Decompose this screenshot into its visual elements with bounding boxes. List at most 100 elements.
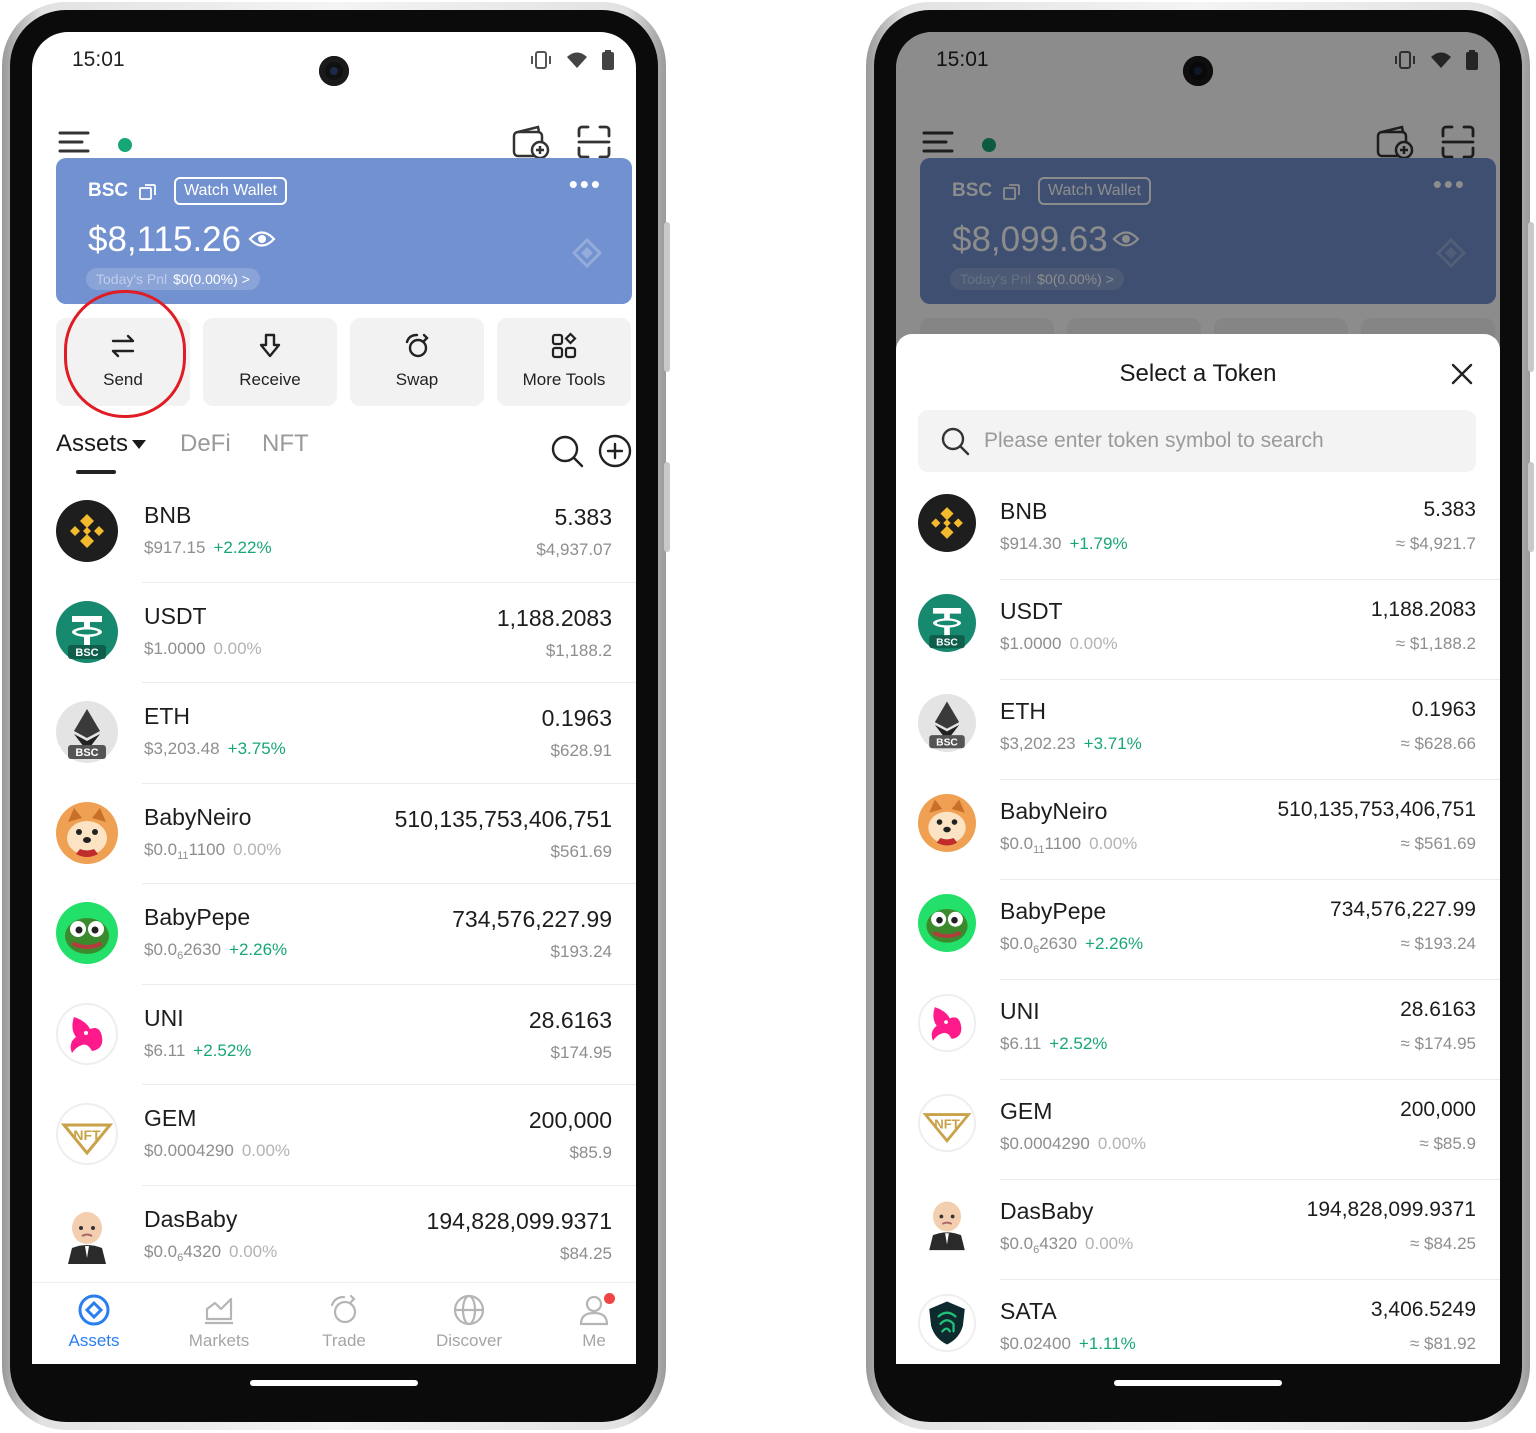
bnb-logo-icon — [56, 500, 118, 562]
price-suffix: 1100 — [188, 839, 226, 859]
token-symbol: UNI — [144, 1004, 184, 1031]
token-row[interactable]: UNI $6.11 +2.52% 28.6163 $174.95 — [32, 985, 636, 1086]
close-icon[interactable] — [1450, 362, 1474, 386]
token-row[interactable]: BSC USDT $1.0000 0.00% 1,188.2083 ≈ $1,188.2 — [896, 580, 1500, 680]
todays-pnl[interactable]: Today's Pnl $0(0.00%) > — [86, 268, 260, 290]
screen-left: 15:01 BSC Watch Wallet ••• $8,115.26 Tod… — [32, 32, 636, 1364]
token-symbol: BabyNeiro — [1000, 798, 1108, 824]
token-row[interactable]: BabyNeiro $0.0111100 0.00% 510,135,753,406,… — [32, 784, 636, 885]
token-row[interactable]: BabyNeiro $0.0111100 0.00% 510,135,753,406,… — [896, 780, 1500, 880]
token-price: $914.30 — [1000, 534, 1062, 553]
token-price: $917.15 — [144, 538, 206, 557]
token-change: +2.52% — [193, 1040, 252, 1060]
token-row[interactable]: UNI $6.11 +2.52% 28.6163 ≈ $174.95 — [896, 980, 1500, 1080]
price-suffix: 4320 — [183, 1241, 222, 1261]
bnb-watermark-icon — [572, 238, 602, 268]
add-token-icon[interactable] — [598, 434, 632, 468]
token-symbol: GEM — [1000, 1098, 1053, 1124]
home-indicator[interactable] — [1114, 1380, 1282, 1386]
nav-assets[interactable]: Assets — [44, 1293, 144, 1351]
vibrate-icon — [531, 51, 551, 69]
token-row[interactable]: BabyPepe $0.062630 +2.26% 734,576,227.99 $19… — [32, 884, 636, 985]
receive-button[interactable]: Receive — [203, 318, 337, 406]
token-amount: 0.1963 — [1411, 698, 1476, 721]
caret-down-icon — [132, 440, 147, 450]
tab-assets[interactable]: Assets — [56, 430, 147, 458]
nav-me-label: Me — [582, 1331, 606, 1350]
receive-icon — [259, 333, 281, 358]
token-symbol: BabyPepe — [144, 904, 251, 930]
token-value: ≈ $81.92 — [1409, 1334, 1476, 1353]
wallet-add-icon[interactable] — [512, 124, 550, 160]
token-change: 0.00% — [241, 1141, 291, 1160]
token-amount: 734,576,227.99 — [1330, 898, 1476, 921]
token-amount: 194,828,099.9371 — [426, 1207, 612, 1234]
usdt-logo-icon: BSC — [56, 600, 118, 663]
nav-markets[interactable]: Markets — [169, 1293, 269, 1351]
token-price-line: $3,202.23 +3.71% — [1000, 734, 1142, 754]
token-search-input[interactable] — [984, 410, 1444, 472]
token-value: ≈ $84.25 — [1409, 1234, 1476, 1253]
token-row[interactable]: DasBaby $0.064320 0.00% 194,828,099.9371 $84… — [32, 1186, 636, 1287]
token-row[interactable]: BabyPepe $0.062630 +2.26% 734,576,227.99 ≈ $… — [896, 880, 1500, 980]
token-row[interactable]: NFT GEM $0.0004290 0.00% 200,000 $85.9 — [32, 1085, 636, 1186]
copy-icon[interactable] — [138, 182, 158, 202]
token-change: +3.71% — [1083, 734, 1142, 753]
token-price: $1.0000 — [1000, 634, 1062, 653]
token-row[interactable]: BSC ETH $3,202.23 +3.71% 0.1963 ≈ $628.66 — [896, 680, 1500, 780]
status-time: 15:01 — [72, 48, 125, 71]
token-price: $0.0111100 — [1000, 834, 1082, 856]
home-indicator[interactable] — [250, 1380, 418, 1386]
token-amount: 1,188.2083 — [496, 604, 612, 631]
token-price: $0.062630 — [144, 940, 221, 962]
token-amount: 734,576,227.99 — [452, 906, 612, 932]
nav-discover[interactable]: Discover — [419, 1293, 519, 1351]
scan-icon[interactable] — [576, 124, 612, 160]
token-row[interactable]: BSC USDT $1.0000 0.00% 1,188.2083 $1,188.2 — [32, 583, 636, 684]
token-price-line: $1.0000 0.00% — [144, 639, 262, 659]
token-value: $4,937.07 — [536, 540, 612, 559]
price-suffix: 1100 — [1044, 834, 1082, 853]
price-suffix: 2630 — [1039, 934, 1078, 953]
more-tools-button[interactable]: More Tools — [497, 318, 631, 406]
token-value: ≈ $561.69 — [1400, 834, 1476, 853]
menu-icon[interactable] — [58, 130, 90, 154]
tab-defi[interactable]: DeFi — [180, 430, 231, 458]
token-row[interactable]: NFT GEM $0.0004290 0.00% 200,000 ≈ $85.9 — [896, 1080, 1500, 1180]
token-symbol: BNB — [1000, 498, 1048, 524]
token-row[interactable]: BNB $917.15 +2.22% 5.383 $4,937.07 — [32, 482, 636, 583]
token-price-line: $6.11 +2.52% — [144, 1041, 251, 1061]
nav-me[interactable]: Me — [544, 1293, 636, 1351]
watch-wallet-badge: Watch Wallet — [174, 177, 288, 205]
bezel: 15:01 BSC Watch — [874, 10, 1522, 1422]
token-symbol: USDT — [144, 602, 207, 629]
babyneiro-logo-icon — [56, 801, 118, 864]
eye-icon[interactable] — [248, 228, 276, 250]
nav-trade[interactable]: Trade — [294, 1293, 394, 1351]
search-icon[interactable] — [550, 434, 584, 468]
tab-nft[interactable]: NFT — [262, 430, 309, 458]
eth-logo-icon: BSC — [918, 694, 976, 752]
token-symbol: BNB — [144, 502, 192, 528]
top-bar — [32, 100, 636, 164]
token-amount: 1,188.2083 — [1370, 598, 1476, 621]
wallet-card[interactable]: BSC Watch Wallet ••• $8,115.26 Today's P… — [56, 158, 632, 304]
token-symbol: BabyPepe — [1000, 898, 1107, 924]
token-price: $0.062630 — [1000, 934, 1078, 956]
token-row[interactable]: SATA $0.02400 +1.11% 3,406.5249 ≈ $81.92 — [896, 1280, 1500, 1364]
more-tools-icon — [551, 332, 577, 359]
token-amount: 0.1963 — [541, 705, 612, 731]
status-icons — [530, 50, 614, 70]
token-value: $193.24 — [550, 942, 612, 961]
sheet-title: Select a Token — [1119, 360, 1277, 387]
token-symbol: GEM — [144, 1105, 197, 1131]
more-options-icon[interactable]: ••• — [569, 171, 602, 197]
token-symbol: DasBaby — [1000, 1198, 1094, 1224]
power-button — [1528, 462, 1534, 552]
token-row[interactable]: BSC ETH $3,203.48 +3.75% 0.1963 $628.91 — [32, 683, 636, 784]
token-price-line: $6.11 +2.52% — [1000, 1034, 1107, 1054]
token-value: $174.95 — [550, 1042, 612, 1062]
token-row[interactable]: DasBaby $0.064320 0.00% 194,828,099.9371 ≈ $… — [896, 1180, 1500, 1280]
token-row[interactable]: BNB $914.30 +1.79% 5.383 ≈ $4,921.7 — [896, 480, 1500, 580]
swap-button[interactable]: Swap — [350, 318, 484, 406]
